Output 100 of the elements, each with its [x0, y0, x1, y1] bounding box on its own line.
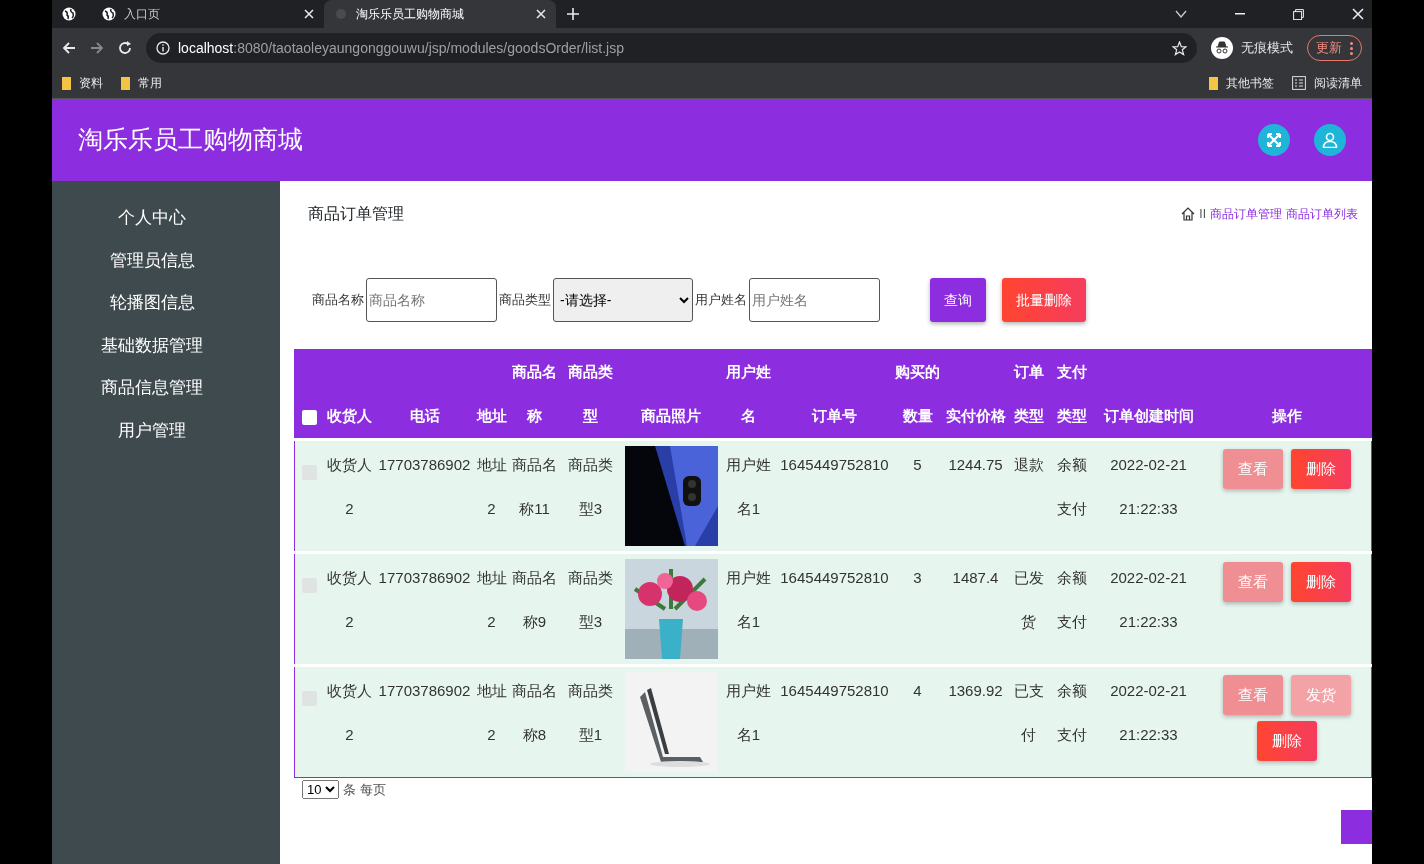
column-header: 购买的数量: [895, 363, 940, 424]
table-cell: 地址2: [476, 682, 507, 743]
table-cell: 17703786902: [378, 569, 471, 586]
minimize-icon[interactable]: [1235, 13, 1245, 15]
user-icon: [1322, 132, 1338, 148]
column-header: 商品照片: [640, 407, 701, 424]
table-cell: 3: [913, 569, 922, 586]
table-cell: 2022-02-21 21:22:33: [1110, 569, 1187, 630]
column-header: 实付价格: [945, 407, 1006, 424]
delete-button[interactable]: 删除: [1290, 449, 1351, 489]
table-cell: 余额支付: [1056, 569, 1087, 630]
table-cell: 收货人2: [327, 456, 372, 517]
app-title: 淘乐乐员工购物商城: [78, 124, 304, 156]
field-label: 商品类型: [499, 291, 551, 310]
reload-icon[interactable]: [118, 41, 132, 55]
table-cell: 商品类型3: [568, 569, 613, 630]
delete-button[interactable]: 删除: [1290, 562, 1351, 602]
browser-tab[interactable]: 入口页: [92, 0, 324, 28]
table-cell: 用户姓名1: [726, 682, 771, 743]
table-cell: 商品类型1: [568, 682, 613, 743]
globe-icon: [62, 7, 76, 21]
column-header: 用户姓名: [726, 363, 771, 424]
search-button[interactable]: 查询: [930, 278, 986, 322]
table-cell: 2022-02-21 21:22:33: [1110, 456, 1187, 517]
table-cell: 用户姓名1: [726, 569, 771, 630]
field-label: 用户姓名: [695, 291, 747, 310]
tab-title: 入口页: [124, 6, 161, 23]
sidebar-item[interactable]: 个人中心: [118, 205, 214, 231]
table-cell: 已发货: [1013, 569, 1044, 630]
type-select[interactable]: -请选择-: [553, 278, 693, 322]
table-cell: 用户姓名1: [726, 456, 771, 517]
table-cell: 1645449752810: [780, 682, 889, 699]
home-icon[interactable]: [1181, 207, 1196, 221]
table-cell: 余额支付: [1056, 682, 1087, 743]
batch-delete-button[interactable]: 批量删除: [1002, 278, 1086, 322]
delete-button[interactable]: 删除: [1256, 721, 1317, 761]
browser-tab[interactable]: 淘乐乐员工购物商城: [324, 0, 556, 28]
table-cell: 收货人2: [327, 569, 372, 630]
page-size-label: 条 每页: [343, 781, 386, 799]
table-cell: 地址2: [476, 569, 507, 630]
table-cell: 商品名称8: [512, 682, 557, 743]
table-cell: 商品名称11: [512, 456, 557, 517]
sidebar-item[interactable]: 管理员信息: [109, 247, 223, 273]
list-icon: [1292, 76, 1306, 90]
bookmark-item[interactable]: 其他书签: [1209, 74, 1274, 92]
column-header: 订单创建时间: [1103, 407, 1194, 424]
fullscreen-button[interactable]: [1258, 124, 1290, 156]
table-cell: 收货人2: [327, 682, 372, 743]
column-header: 订单类型: [1013, 363, 1044, 424]
table-cell: 4: [913, 682, 922, 699]
folder-icon: [1209, 76, 1218, 90]
page-size-select[interactable]: 10: [302, 780, 339, 800]
back-to-top-button[interactable]: [1341, 809, 1372, 844]
incognito-indicator[interactable]: 无痕模式: [1211, 37, 1293, 59]
breadcrumb-link[interactable]: 商品订单列表: [1286, 205, 1358, 223]
sidebar-item[interactable]: 轮播图信息: [109, 290, 223, 316]
table-cell: 商品类型3: [568, 456, 613, 517]
address-bar[interactable]: localhost:8080/taotaoleyaungonggouwu/jsp/modules/goodsOrder/list.jsp: [146, 33, 1197, 63]
incognito-icon: [1211, 37, 1233, 59]
expand-arrows-icon: [1266, 132, 1282, 148]
table-cell: 地址2: [476, 456, 507, 517]
close-icon[interactable]: [304, 9, 314, 19]
globe-icon: [102, 7, 116, 21]
search-field[interactable]: 用户姓名: [749, 278, 880, 322]
table-cell: 1645449752810: [780, 569, 889, 586]
bookmark-item[interactable]: 常用: [121, 74, 162, 92]
table-cell: 1645449752810: [780, 456, 889, 473]
table-cell: 余额支付: [1056, 456, 1087, 517]
bookmark-item[interactable]: 阅读清单: [1292, 74, 1362, 92]
table-cell: 5: [913, 456, 922, 473]
sidebar-item[interactable]: 基础数据管理: [101, 332, 231, 358]
url-text: localhost:8080/taotaoleyaungonggouwu/jsp/modules/goodsOrder/list.jsp: [178, 38, 625, 58]
select-all-checkbox[interactable]: [302, 409, 318, 425]
table-cell: 1244.75: [948, 456, 1003, 473]
close-icon[interactable]: [1352, 8, 1364, 20]
new-tab-icon[interactable]: [566, 7, 580, 21]
table-cell: 2022-02-21 21:22:33: [1110, 682, 1187, 743]
search-field[interactable]: 商品名称: [366, 278, 497, 322]
sidebar-item[interactable]: 用户管理: [118, 417, 214, 443]
column-header: 支付类型: [1056, 363, 1087, 424]
page-title: 商品订单管理: [308, 204, 404, 224]
chevron-down-icon[interactable]: [1175, 10, 1187, 18]
folder-icon: [121, 76, 130, 90]
bookmark-item[interactable]: 资料: [62, 74, 103, 92]
table-cell: 退款: [1013, 456, 1044, 473]
table-cell: 1487.4: [952, 569, 999, 586]
table-cell: 已支付: [1013, 682, 1044, 743]
sidebar-item[interactable]: 商品信息管理: [101, 375, 231, 401]
breadcrumb-link[interactable]: 商品订单管理: [1210, 205, 1282, 223]
column-header: 商品类型: [568, 363, 613, 424]
back-icon[interactable]: [62, 41, 76, 55]
star-icon[interactable]: [1172, 40, 1187, 56]
breadcrumb-separator: II: [1199, 206, 1206, 223]
table-cell: 17703786902: [378, 682, 471, 699]
restore-icon[interactable]: [1293, 8, 1304, 20]
close-icon[interactable]: [536, 9, 546, 19]
more-icon: [1350, 41, 1353, 55]
forward-icon[interactable]: [90, 41, 104, 55]
user-button[interactable]: [1314, 124, 1346, 156]
column-header: 操作: [1271, 407, 1302, 424]
